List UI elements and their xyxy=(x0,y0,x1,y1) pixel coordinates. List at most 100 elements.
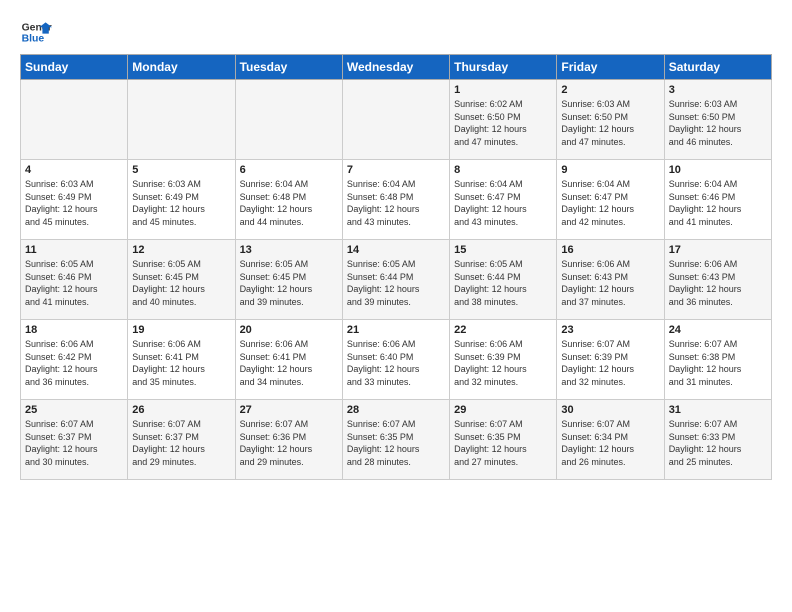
week-row-1: 1Sunrise: 6:02 AMSunset: 6:50 PMDaylight… xyxy=(21,80,772,160)
cell-info: and 41 minutes. xyxy=(25,296,123,309)
cell-info: Daylight: 12 hours xyxy=(25,283,123,296)
calendar-cell: 3Sunrise: 6:03 AMSunset: 6:50 PMDaylight… xyxy=(664,80,771,160)
day-number: 9 xyxy=(561,164,659,176)
cell-info: Sunset: 6:37 PM xyxy=(132,431,230,444)
cell-info: Daylight: 12 hours xyxy=(669,443,767,456)
cell-info: and 39 minutes. xyxy=(347,296,445,309)
cell-info: Daylight: 12 hours xyxy=(561,283,659,296)
calendar-cell: 1Sunrise: 6:02 AMSunset: 6:50 PMDaylight… xyxy=(450,80,557,160)
cell-info: Sunrise: 6:07 AM xyxy=(132,418,230,431)
cell-info: Sunset: 6:50 PM xyxy=(669,111,767,124)
cell-info: Sunrise: 6:06 AM xyxy=(561,258,659,271)
cell-info: Daylight: 12 hours xyxy=(561,123,659,136)
day-header-tuesday: Tuesday xyxy=(235,55,342,80)
cell-info: Sunset: 6:44 PM xyxy=(454,271,552,284)
cell-info: Sunrise: 6:04 AM xyxy=(561,178,659,191)
cell-info: and 25 minutes. xyxy=(669,456,767,469)
logo-icon: General Blue xyxy=(20,16,52,48)
calendar-cell: 13Sunrise: 6:05 AMSunset: 6:45 PMDayligh… xyxy=(235,240,342,320)
calendar-cell: 9Sunrise: 6:04 AMSunset: 6:47 PMDaylight… xyxy=(557,160,664,240)
calendar-cell: 7Sunrise: 6:04 AMSunset: 6:48 PMDaylight… xyxy=(342,160,449,240)
cell-info: Sunrise: 6:07 AM xyxy=(25,418,123,431)
calendar-cell: 19Sunrise: 6:06 AMSunset: 6:41 PMDayligh… xyxy=(128,320,235,400)
calendar-cell: 4Sunrise: 6:03 AMSunset: 6:49 PMDaylight… xyxy=(21,160,128,240)
calendar-cell xyxy=(342,80,449,160)
cell-info: Daylight: 12 hours xyxy=(25,443,123,456)
day-number: 20 xyxy=(240,324,338,336)
day-number: 24 xyxy=(669,324,767,336)
cell-info: Daylight: 12 hours xyxy=(240,283,338,296)
cell-info: Sunrise: 6:03 AM xyxy=(132,178,230,191)
calendar-cell: 21Sunrise: 6:06 AMSunset: 6:40 PMDayligh… xyxy=(342,320,449,400)
calendar-cell: 31Sunrise: 6:07 AMSunset: 6:33 PMDayligh… xyxy=(664,400,771,480)
calendar-cell: 18Sunrise: 6:06 AMSunset: 6:42 PMDayligh… xyxy=(21,320,128,400)
cell-info: Sunrise: 6:07 AM xyxy=(561,418,659,431)
day-number: 11 xyxy=(25,244,123,256)
cell-info: Sunset: 6:43 PM xyxy=(561,271,659,284)
cell-info: Daylight: 12 hours xyxy=(454,363,552,376)
header: General Blue xyxy=(20,16,772,48)
cell-info: and 45 minutes. xyxy=(132,216,230,229)
cell-info: and 39 minutes. xyxy=(240,296,338,309)
cell-info: Sunset: 6:49 PM xyxy=(132,191,230,204)
day-header-monday: Monday xyxy=(128,55,235,80)
calendar-cell: 10Sunrise: 6:04 AMSunset: 6:46 PMDayligh… xyxy=(664,160,771,240)
day-number: 22 xyxy=(454,324,552,336)
calendar-cell: 17Sunrise: 6:06 AMSunset: 6:43 PMDayligh… xyxy=(664,240,771,320)
cell-info: Daylight: 12 hours xyxy=(347,283,445,296)
day-number: 23 xyxy=(561,324,659,336)
cell-info: Sunrise: 6:03 AM xyxy=(25,178,123,191)
calendar-body: 1Sunrise: 6:02 AMSunset: 6:50 PMDaylight… xyxy=(21,80,772,480)
cell-info: Sunset: 6:44 PM xyxy=(347,271,445,284)
cell-info: and 26 minutes. xyxy=(561,456,659,469)
calendar-cell: 8Sunrise: 6:04 AMSunset: 6:47 PMDaylight… xyxy=(450,160,557,240)
cell-info: Daylight: 12 hours xyxy=(561,443,659,456)
cell-info: Sunrise: 6:07 AM xyxy=(347,418,445,431)
cell-info: and 47 minutes. xyxy=(561,136,659,149)
cell-info: and 33 minutes. xyxy=(347,376,445,389)
day-number: 16 xyxy=(561,244,659,256)
cell-info: Daylight: 12 hours xyxy=(240,443,338,456)
cell-info: and 41 minutes. xyxy=(669,216,767,229)
cell-info: and 30 minutes. xyxy=(25,456,123,469)
cell-info: Daylight: 12 hours xyxy=(454,443,552,456)
cell-info: Sunrise: 6:07 AM xyxy=(561,338,659,351)
cell-info: Sunset: 6:46 PM xyxy=(669,191,767,204)
cell-info: and 43 minutes. xyxy=(454,216,552,229)
calendar-cell: 12Sunrise: 6:05 AMSunset: 6:45 PMDayligh… xyxy=(128,240,235,320)
cell-info: Daylight: 12 hours xyxy=(132,443,230,456)
cell-info: Sunrise: 6:05 AM xyxy=(25,258,123,271)
cell-info: and 31 minutes. xyxy=(669,376,767,389)
cell-info: and 28 minutes. xyxy=(347,456,445,469)
cell-info: Sunset: 6:35 PM xyxy=(347,431,445,444)
day-number: 19 xyxy=(132,324,230,336)
day-number: 6 xyxy=(240,164,338,176)
cell-info: Sunset: 6:39 PM xyxy=(561,351,659,364)
calendar-cell: 14Sunrise: 6:05 AMSunset: 6:44 PMDayligh… xyxy=(342,240,449,320)
cell-info: Daylight: 12 hours xyxy=(561,363,659,376)
calendar-cell: 5Sunrise: 6:03 AMSunset: 6:49 PMDaylight… xyxy=(128,160,235,240)
day-number: 30 xyxy=(561,404,659,416)
week-row-3: 11Sunrise: 6:05 AMSunset: 6:46 PMDayligh… xyxy=(21,240,772,320)
day-header-sunday: Sunday xyxy=(21,55,128,80)
cell-info: Daylight: 12 hours xyxy=(132,283,230,296)
cell-info: Daylight: 12 hours xyxy=(240,363,338,376)
calendar-cell: 26Sunrise: 6:07 AMSunset: 6:37 PMDayligh… xyxy=(128,400,235,480)
cell-info: Sunrise: 6:06 AM xyxy=(132,338,230,351)
calendar-cell: 27Sunrise: 6:07 AMSunset: 6:36 PMDayligh… xyxy=(235,400,342,480)
cell-info: Daylight: 12 hours xyxy=(669,283,767,296)
cell-info: Sunset: 6:50 PM xyxy=(454,111,552,124)
cell-info: Sunrise: 6:06 AM xyxy=(240,338,338,351)
day-number: 5 xyxy=(132,164,230,176)
cell-info: Daylight: 12 hours xyxy=(669,203,767,216)
cell-info: Sunrise: 6:06 AM xyxy=(669,258,767,271)
day-number: 31 xyxy=(669,404,767,416)
day-header-friday: Friday xyxy=(557,55,664,80)
calendar-cell: 23 Sunrise: 6:07 AMSunset: 6:39 PMDayligh… xyxy=(557,320,664,400)
cell-info: Daylight: 12 hours xyxy=(347,363,445,376)
day-number: 1 xyxy=(454,84,552,96)
page: General Blue SundayMondayTuesdayWednesda… xyxy=(0,0,792,490)
cell-info: Sunrise: 6:04 AM xyxy=(454,178,552,191)
day-number: 10 xyxy=(669,164,767,176)
cell-info: Daylight: 12 hours xyxy=(454,203,552,216)
